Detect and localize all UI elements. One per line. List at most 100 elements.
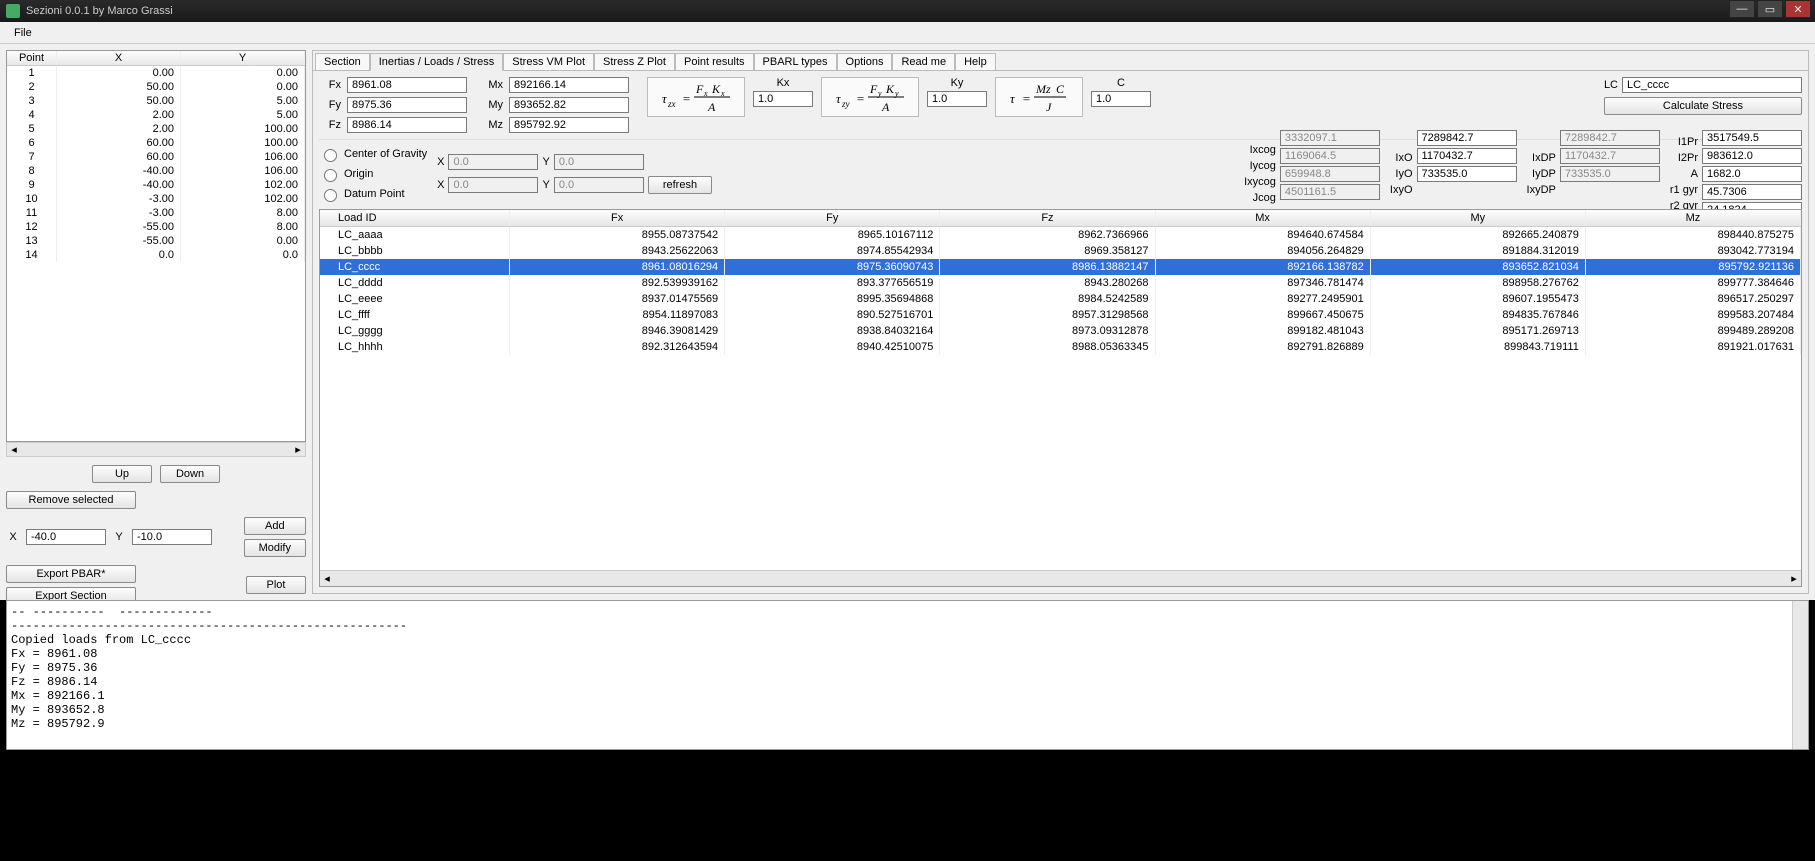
loads-horizontal-scrollbar[interactable]: ◂▸	[320, 570, 1801, 586]
mx-label: Mx	[481, 79, 505, 91]
radio-origin[interactable]: Origin	[319, 166, 427, 182]
svg-text:x: x	[703, 89, 708, 98]
svg-text:F: F	[869, 82, 878, 96]
tab-section[interactable]: Section	[315, 53, 370, 70]
table-row[interactable]: LC_gggg8946.390814298938.840321648973.09…	[320, 323, 1801, 339]
table-row[interactable]: 760.00106.00	[7, 150, 305, 164]
loads-header-mx: Mx	[1156, 210, 1371, 226]
mz-input[interactable]	[509, 117, 629, 133]
add-button[interactable]: Add	[244, 517, 306, 535]
my-input[interactable]	[509, 97, 629, 113]
iyo-value[interactable]	[1417, 148, 1517, 164]
app-icon	[6, 4, 20, 18]
kx-input[interactable]	[753, 91, 813, 107]
ky-input[interactable]	[927, 91, 987, 107]
tab-stress-vm[interactable]: Stress VM Plot	[503, 53, 594, 70]
tab-point-results[interactable]: Point results	[675, 53, 754, 70]
tab-readme[interactable]: Read me	[892, 53, 955, 70]
tab-help[interactable]: Help	[955, 53, 996, 70]
remove-selected-button[interactable]: Remove selected	[6, 491, 136, 509]
ref-x2-input	[448, 177, 538, 193]
table-row[interactable]: LC_ffff8954.11897083890.5275167018957.31…	[320, 307, 1801, 323]
log-vertical-scrollbar[interactable]	[1792, 601, 1808, 749]
fz-input[interactable]	[347, 117, 467, 133]
ixcog-value	[1280, 130, 1380, 146]
modify-button[interactable]: Modify	[244, 539, 306, 557]
svg-text:A: A	[707, 100, 716, 114]
close-button[interactable]: ✕	[1785, 0, 1811, 18]
table-row[interactable]: LC_eeee8937.014755698995.356948688984.52…	[320, 291, 1801, 307]
minimize-button[interactable]: —	[1729, 0, 1755, 18]
coord-x-label: X	[6, 531, 20, 543]
table-row[interactable]: LC_cccc8961.080162948975.360907438986.13…	[320, 259, 1801, 275]
svg-text:τ: τ	[1010, 91, 1016, 106]
table-row[interactable]: 9-40.00102.00	[7, 178, 305, 192]
points-horizontal-scrollbar[interactable]: ◂▸	[6, 442, 306, 457]
mx-input[interactable]	[509, 77, 629, 93]
loads-table[interactable]: Load ID Fx Fy Fz Mx My Mz LC_aaaa8955.08…	[319, 209, 1802, 587]
i1pr-label: I1Pr	[1678, 136, 1698, 148]
table-row[interactable]: 250.000.00	[7, 80, 305, 94]
coord-x-input[interactable]	[26, 529, 106, 545]
plot-button[interactable]: Plot	[246, 576, 306, 594]
radio-cog[interactable]: Center of Gravity	[319, 146, 427, 162]
fx-input[interactable]	[347, 77, 467, 93]
points-table[interactable]: Point X Y 10.000.00250.000.00350.005.004…	[6, 50, 306, 442]
c-input[interactable]	[1091, 91, 1151, 107]
table-row[interactable]: LC_aaaa8955.087375428965.101671128962.73…	[320, 227, 1801, 243]
ixo-label: IxO	[1395, 152, 1412, 164]
table-row[interactable]: 8-40.00106.00	[7, 164, 305, 178]
ixo-value[interactable]	[1417, 130, 1517, 146]
table-row[interactable]: 52.00100.00	[7, 122, 305, 136]
log-output[interactable]: -- ---------- ------------- ------------…	[6, 600, 1809, 750]
table-row[interactable]: 660.00100.00	[7, 136, 305, 150]
a-value[interactable]	[1702, 166, 1802, 182]
table-row[interactable]: LC_bbbb8943.256220638974.855429348969.35…	[320, 243, 1801, 259]
tab-options[interactable]: Options	[837, 53, 893, 70]
maximize-button[interactable]: ▭	[1757, 0, 1783, 18]
tabs-bar: Section Inertias / Loads / Stress Stress…	[313, 51, 1808, 71]
table-row[interactable]: LC_hhhh892.3126435948940.425100758988.05…	[320, 339, 1801, 355]
table-row[interactable]: LC_dddd892.539939162893.3776565198943.28…	[320, 275, 1801, 291]
r1gyr-value[interactable]	[1702, 184, 1802, 200]
export-pbar-button[interactable]: Export PBAR*	[6, 565, 136, 583]
table-row[interactable]: 13-55.000.00	[7, 234, 305, 248]
table-row[interactable]: 10.000.00	[7, 66, 305, 80]
table-row[interactable]: 42.005.00	[7, 108, 305, 122]
points-header-y: Y	[181, 51, 305, 65]
i1pr-value[interactable]	[1702, 130, 1802, 146]
down-button[interactable]: Down	[160, 465, 220, 483]
loads-header-fx: Fx	[510, 210, 725, 226]
jcog-value	[1280, 184, 1380, 200]
ixyo-value[interactable]	[1417, 166, 1517, 182]
i2pr-value[interactable]	[1702, 148, 1802, 164]
svg-text:A: A	[881, 100, 890, 114]
table-row[interactable]: 140.00.0	[7, 248, 305, 262]
tab-stress-z[interactable]: Stress Z Plot	[594, 53, 675, 70]
table-row[interactable]: 350.005.00	[7, 94, 305, 108]
jcog-label: Jcog	[1253, 192, 1276, 204]
table-row[interactable]: 12-55.008.00	[7, 220, 305, 234]
loads-header-mz: Mz	[1586, 210, 1801, 226]
fz-label: Fz	[319, 119, 343, 131]
points-header-x: X	[57, 51, 181, 65]
tab-pbarl[interactable]: PBARL types	[754, 53, 837, 70]
up-button[interactable]: Up	[92, 465, 152, 483]
fy-input[interactable]	[347, 97, 467, 113]
window-title: Sezioni 0.0.1 by Marco Grassi	[26, 5, 173, 17]
table-row[interactable]: 11-3.008.00	[7, 206, 305, 220]
lc-input[interactable]	[1622, 77, 1802, 93]
iycog-label: Iycog	[1250, 160, 1276, 172]
menu-file[interactable]: File	[6, 25, 40, 41]
refresh-button[interactable]: refresh	[648, 176, 712, 194]
calculate-stress-button[interactable]: Calculate Stress	[1604, 97, 1802, 115]
tau-formula: τ=MzCJ	[995, 77, 1083, 117]
ref-x-label: X	[437, 156, 444, 168]
svg-text:y: y	[894, 89, 899, 98]
table-row[interactable]: 10-3.00102.00	[7, 192, 305, 206]
ixydp-value	[1560, 166, 1660, 182]
coord-y-input[interactable]	[132, 529, 212, 545]
ref-y-input	[554, 154, 644, 170]
radio-datum[interactable]: Datum Point	[319, 186, 427, 202]
tab-inertias[interactable]: Inertias / Loads / Stress	[370, 53, 504, 71]
